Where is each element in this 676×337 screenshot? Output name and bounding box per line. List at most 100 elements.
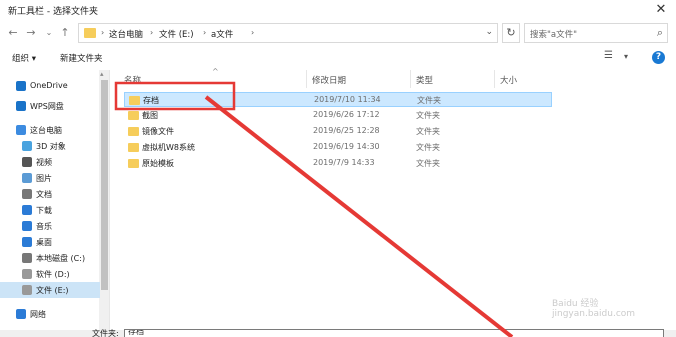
breadcrumb-separator-icon[interactable]: › xyxy=(251,28,254,37)
sort-arrow-icon: ^ xyxy=(212,67,219,76)
navigation-pane: ▴ OneDrive WPS网盘这台电脑 3D 对象视频图片文档下载音乐桌面本地磁盘… xyxy=(0,70,110,330)
file-type: 文件夹 xyxy=(416,159,440,168)
search-input[interactable]: 搜索"a文件" xyxy=(530,28,577,40)
network-icon xyxy=(16,309,26,319)
sidebar-item[interactable]: 桌面 xyxy=(0,234,100,250)
sidebar-item-label: WPS网盘 xyxy=(30,102,64,111)
document-icon xyxy=(22,189,32,199)
computer-icon xyxy=(16,125,26,135)
sidebar-item-label: 图片 xyxy=(36,174,52,183)
file-row[interactable]: 截图 2019/6/26 17:12 文件夹 xyxy=(124,108,552,123)
column-name[interactable]: 名称 xyxy=(124,74,141,86)
sidebar-item-label: 桌面 xyxy=(36,238,52,247)
file-row[interactable]: 镜像文件 2019/6/25 12:28 文件夹 xyxy=(124,124,552,139)
breadcrumb-a-folder[interactable]: a文件 xyxy=(211,28,233,40)
breadcrumb-this-pc[interactable]: 这台电脑 xyxy=(109,28,143,40)
sidebar-item[interactable]: 这台电脑 xyxy=(0,122,100,138)
title-bar: 新工具栏 - 选择文件夹 ✕ xyxy=(0,0,676,20)
address-bar[interactable]: › 这台电脑 › 文件 (E:) › a文件 › ⌄ xyxy=(78,23,498,43)
column-divider[interactable] xyxy=(306,70,307,88)
folder-name-input[interactable]: 存档 xyxy=(124,329,664,337)
new-folder-button[interactable]: 新建文件夹 xyxy=(60,52,103,64)
sidebar-item-label: 下载 xyxy=(36,206,52,215)
file-row[interactable]: 原始模板 2019/7/9 14:33 文件夹 xyxy=(124,156,552,171)
download-icon xyxy=(22,205,32,215)
sidebar-item-label: 音乐 xyxy=(36,222,52,231)
forward-icon[interactable]: → xyxy=(24,26,38,40)
video-icon xyxy=(22,157,32,167)
file-type: 文件夹 xyxy=(416,143,440,152)
help-icon[interactable]: ? xyxy=(652,51,665,64)
file-type: 文件夹 xyxy=(416,111,440,120)
sidebar-item-label: 3D 对象 xyxy=(36,142,66,151)
sidebar-item[interactable]: 软件 (D:) xyxy=(0,266,100,282)
sidebar-item[interactable]: 下载 xyxy=(0,202,100,218)
column-divider[interactable] xyxy=(494,70,495,88)
pictures-icon xyxy=(22,173,32,183)
file-row[interactable]: 虚拟机W8系统 2019/6/19 14:30 文件夹 xyxy=(124,140,552,155)
sidebar-item[interactable]: 3D 对象 xyxy=(0,138,100,154)
command-bar: 组织 ▾ 新建文件夹 ☰ ▾ ? xyxy=(0,46,676,70)
search-icon[interactable]: ⌕ xyxy=(657,26,663,40)
search-box[interactable]: 搜索"a文件" ⌕ xyxy=(524,23,668,43)
sidebar-item[interactable]: 文件 (E:) xyxy=(0,282,100,298)
breadcrumb-separator-icon[interactable]: › xyxy=(101,28,104,37)
folder-icon xyxy=(128,111,139,120)
recent-dropdown-icon[interactable]: ⌄ xyxy=(42,26,56,40)
folder-icon xyxy=(128,159,139,168)
up-icon[interactable]: ↑ xyxy=(58,26,72,40)
sidebar-item-label: 这台电脑 xyxy=(30,126,62,135)
organize-button[interactable]: 组织 ▾ xyxy=(12,52,36,64)
folder-name-value[interactable]: 存档 xyxy=(128,330,144,337)
file-type: 文件夹 xyxy=(416,127,440,136)
folder-icon xyxy=(128,127,139,136)
sidebar-scroll-thumb[interactable] xyxy=(101,80,108,290)
file-date: 2019/6/25 12:28 xyxy=(313,126,380,135)
sidebar-item-label: 视频 xyxy=(36,158,52,167)
column-size[interactable]: 大小 xyxy=(500,74,517,86)
sidebar-item[interactable]: 视频 xyxy=(0,154,100,170)
drive-icon xyxy=(22,253,32,263)
sidebar-item[interactable]: 本地磁盘 (C:) xyxy=(0,250,100,266)
sidebar-item[interactable]: OneDrive xyxy=(0,78,100,94)
file-date: 2019/6/26 17:12 xyxy=(313,110,380,119)
sidebar-item[interactable]: 音乐 xyxy=(0,218,100,234)
view-dropdown-icon[interactable]: ▾ xyxy=(624,52,628,61)
address-dropdown-icon[interactable]: ⌄ xyxy=(485,27,493,37)
sidebar-item-label: 文档 xyxy=(36,190,52,199)
cube-icon xyxy=(22,141,32,151)
breadcrumb-separator-icon[interactable]: › xyxy=(150,28,153,37)
column-type[interactable]: 类型 xyxy=(416,74,433,86)
sidebar-item[interactable]: 文档 xyxy=(0,186,100,202)
drive-icon xyxy=(22,285,32,295)
sidebar-item-label: OneDrive xyxy=(30,81,68,90)
sidebar-item[interactable]: 图片 xyxy=(0,170,100,186)
breadcrumb-separator-icon[interactable]: › xyxy=(203,28,206,37)
column-date[interactable]: 修改日期 xyxy=(312,74,346,86)
sidebar-item[interactable]: WPS网盘 xyxy=(0,98,100,114)
window-title: 新工具栏 - 选择文件夹 xyxy=(8,7,98,17)
sidebar-item-label: 网络 xyxy=(30,310,46,319)
cloud-icon xyxy=(16,101,26,111)
back-icon[interactable]: ← xyxy=(6,26,20,40)
file-row[interactable]: 存档 2019/7/10 11:34 文件夹 xyxy=(124,92,552,107)
file-name: 截图 xyxy=(142,111,158,120)
folder-label: 文件夹: xyxy=(92,329,119,337)
sidebar-item-label: 本地磁盘 (C:) xyxy=(36,254,86,263)
folder-icon xyxy=(84,28,96,38)
view-options-icon[interactable]: ☰ xyxy=(604,50,613,61)
file-name: 存档 xyxy=(143,96,159,105)
sidebar-item[interactable]: 网络 xyxy=(0,306,100,322)
close-icon[interactable]: ✕ xyxy=(652,1,670,19)
column-divider[interactable] xyxy=(410,70,411,88)
folder-icon xyxy=(128,143,139,152)
desktop-icon xyxy=(22,237,32,247)
refresh-icon[interactable]: ↻ xyxy=(502,23,520,43)
file-name: 镜像文件 xyxy=(142,127,174,136)
file-name: 原始模板 xyxy=(142,159,174,168)
file-date: 2019/7/10 11:34 xyxy=(314,95,381,104)
breadcrumb-drive-e[interactable]: 文件 (E:) xyxy=(159,28,194,40)
file-list: ^ 名称 修改日期 类型 大小 存档 2019/7/10 11:34 文件夹 截图 20… xyxy=(112,67,676,330)
file-type: 文件夹 xyxy=(417,96,441,105)
scroll-up-icon[interactable]: ▴ xyxy=(100,70,104,78)
